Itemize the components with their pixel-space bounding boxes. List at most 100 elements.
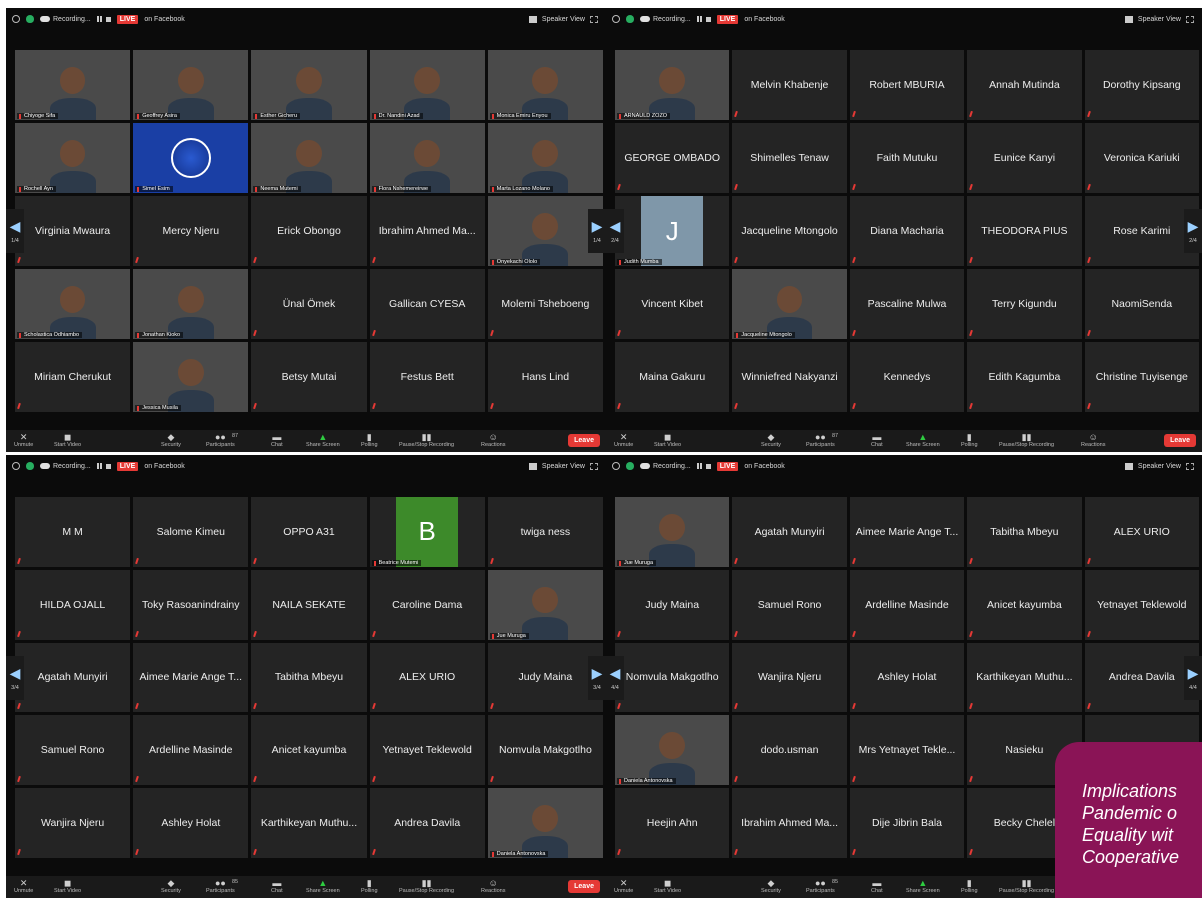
start-video-button[interactable]: ◼ Start Video <box>654 878 681 894</box>
participant-tile[interactable]: THEODORA PIUS <box>967 196 1082 266</box>
participant-tile[interactable]: Esther Gicheru <box>251 50 367 120</box>
participant-tile[interactable]: Ardelline Masinde <box>849 569 965 640</box>
participant-tile[interactable]: Ibrahim Ahmed Ma... <box>732 788 847 858</box>
info-icon[interactable] <box>12 15 20 23</box>
participant-tile[interactable]: Mercy Njeru <box>133 196 249 266</box>
participant-tile[interactable]: Daniela Antonovska <box>487 788 603 858</box>
participant-tile[interactable]: Jonathan Kioko <box>133 269 249 339</box>
start-video-button[interactable]: ◼ Start Video <box>54 878 81 894</box>
participant-tile[interactable]: ALEX URIO <box>1084 497 1199 567</box>
participant-tile[interactable]: Monica Emiru Enyou <box>487 50 603 120</box>
prev-page-button[interactable]: ◀ 4/4 <box>606 656 624 700</box>
participant-tile[interactable]: Vincent Kibet <box>615 269 730 339</box>
participant-tile[interactable]: Betsy Mutai <box>251 342 367 412</box>
participant-tile[interactable]: Erick Obongo <box>251 196 367 266</box>
chat-button[interactable]: ▬ Chat <box>871 878 883 894</box>
next-page-button[interactable]: ▶ 1/4 <box>588 209 606 253</box>
speaker-view-button[interactable]: Speaker View <box>1138 16 1181 23</box>
start-video-button[interactable]: ◼ Start Video <box>654 432 681 448</box>
participant-tile[interactable]: Toky Rasoanindrainy <box>133 569 249 640</box>
participant-tile[interactable]: Marta Lozano Molano <box>487 123 603 193</box>
reactions-button[interactable]: ☺Reactions <box>481 432 505 448</box>
participant-tile[interactable]: Caroline Dama <box>369 569 485 640</box>
security-button[interactable]: ◆ Security <box>761 432 781 448</box>
polling-button[interactable]: ▮ Polling <box>961 432 978 448</box>
participant-tile[interactable]: Geoffrey Asira <box>133 50 249 120</box>
participant-tile[interactable]: Gallican CYESA <box>369 269 485 339</box>
pause-icon[interactable] <box>96 463 102 469</box>
participant-tile[interactable]: Judy Maina <box>487 642 603 713</box>
participant-tile[interactable]: ARNAULD ZOZO <box>615 50 730 120</box>
leave-button[interactable]: Leave <box>568 880 600 893</box>
participant-tile[interactable]: Karthikeyan Muthu... <box>967 642 1082 713</box>
participant-tile[interactable]: Miriam Cherukut <box>15 342 131 412</box>
fullscreen-icon[interactable] <box>1186 462 1194 470</box>
participant-tile[interactable]: NAILA SEKATE <box>251 569 367 640</box>
pause-icon[interactable] <box>696 16 702 22</box>
participant-tile[interactable]: Tabitha Mbeyu <box>967 497 1082 567</box>
info-icon[interactable] <box>12 462 20 470</box>
participant-tile[interactable]: Annah Mutinda <box>967 50 1082 120</box>
leave-button[interactable]: Leave <box>1164 434 1196 447</box>
start-video-button[interactable]: ◼ Start Video <box>54 432 81 448</box>
participant-tile[interactable]: Christine Tuyisenge <box>1084 342 1199 412</box>
participant-tile[interactable]: Agatah Munyiri <box>15 642 131 713</box>
participant-tile[interactable]: ALEX URIO <box>369 642 485 713</box>
participant-tile[interactable]: Flora Nshemereirwe <box>369 123 485 193</box>
participant-tile[interactable]: dodo.usman <box>732 715 847 786</box>
participant-tile[interactable]: Chiyoge Sifa <box>15 50 131 120</box>
participant-tile[interactable]: Ashley Holat <box>849 642 965 713</box>
participant-tile[interactable]: Ashley Holat <box>133 788 249 858</box>
participant-tile[interactable]: Jessica Musila <box>133 342 249 412</box>
leave-button[interactable]: Leave <box>568 434 600 447</box>
participant-tile[interactable]: Tabitha Mbeyu <box>251 642 367 713</box>
participant-tile[interactable]: Melvin Khabenje <box>732 50 847 120</box>
polling-button[interactable]: ▮ Polling <box>961 878 978 894</box>
next-page-button[interactable]: ▶ 3/4 <box>588 656 606 700</box>
unmute-button[interactable]: ✕ Unmute <box>14 432 33 448</box>
reactions-button[interactable]: ☺Reactions <box>481 878 505 894</box>
participant-tile[interactable]: Maina Gakuru <box>615 342 730 412</box>
pause-recording-button[interactable]: ▮▮ Pause/Stop Recording <box>999 878 1054 894</box>
participant-tile[interactable]: B Beatrice Mutemi <box>369 497 485 567</box>
participant-tile[interactable]: M M <box>15 497 131 567</box>
participant-tile[interactable]: Agatah Munyiri <box>732 497 847 567</box>
participant-tile[interactable]: Andrea Davila <box>1084 642 1199 713</box>
share-screen-button[interactable]: ▲ Share Screen <box>306 878 340 894</box>
security-button[interactable]: ◆ Security <box>161 432 181 448</box>
participant-tile[interactable]: Ibrahim Ahmed Ma... <box>369 196 485 266</box>
chat-button[interactable]: ▬ Chat <box>871 432 883 448</box>
participants-button[interactable]: ●● Participants <box>806 432 835 448</box>
participant-tile[interactable]: Anicet kayumba <box>967 569 1082 640</box>
participant-tile[interactable]: Molemi Tsheboeng <box>487 269 603 339</box>
chat-button[interactable]: ▬ Chat <box>271 432 283 448</box>
participants-button[interactable]: ●● Participants <box>806 878 835 894</box>
reactions-button[interactable]: ☺Reactions <box>1081 432 1105 448</box>
speaker-view-button[interactable]: Speaker View <box>1138 463 1181 470</box>
participant-tile[interactable]: Winniefred Nakyanzi <box>732 342 847 412</box>
participant-tile[interactable]: Virginia Mwaura <box>15 196 131 266</box>
stop-icon[interactable] <box>705 16 711 22</box>
security-button[interactable]: ◆ Security <box>761 878 781 894</box>
participant-tile[interactable]: Neema Mutemi <box>251 123 367 193</box>
participant-tile[interactable]: Kennedys <box>849 342 965 412</box>
participant-tile[interactable]: Hans Lind <box>487 342 603 412</box>
participant-tile[interactable]: Heejin Ahn <box>615 788 730 858</box>
participant-tile[interactable]: Wanjira Njeru <box>732 642 847 713</box>
share-screen-button[interactable]: ▲ Share Screen <box>906 432 940 448</box>
participant-tile[interactable]: Jue Muruga <box>615 497 730 567</box>
participant-tile[interactable]: Dije Jibrin Bala <box>849 788 965 858</box>
participant-tile[interactable]: Yetnayet Teklewold <box>369 715 485 786</box>
participant-tile[interactable]: Pascaline Mulwa <box>849 269 965 339</box>
prev-page-button[interactable]: ◀ 1/4 <box>6 209 24 253</box>
participant-tile[interactable]: NaomiSenda <box>1084 269 1199 339</box>
stop-icon[interactable] <box>105 16 111 22</box>
participant-tile[interactable]: Eunice Kanyi <box>967 123 1082 193</box>
fullscreen-icon[interactable] <box>590 462 598 470</box>
participant-tile[interactable]: Onyekachi Ololo <box>487 196 603 266</box>
fullscreen-icon[interactable] <box>590 15 598 23</box>
participant-tile[interactable]: Scholastica Odhiambo <box>15 269 131 339</box>
next-page-button[interactable]: ▶ 4/4 <box>1184 656 1202 700</box>
participant-tile[interactable]: twiga ness <box>487 497 603 567</box>
fullscreen-icon[interactable] <box>1186 15 1194 23</box>
